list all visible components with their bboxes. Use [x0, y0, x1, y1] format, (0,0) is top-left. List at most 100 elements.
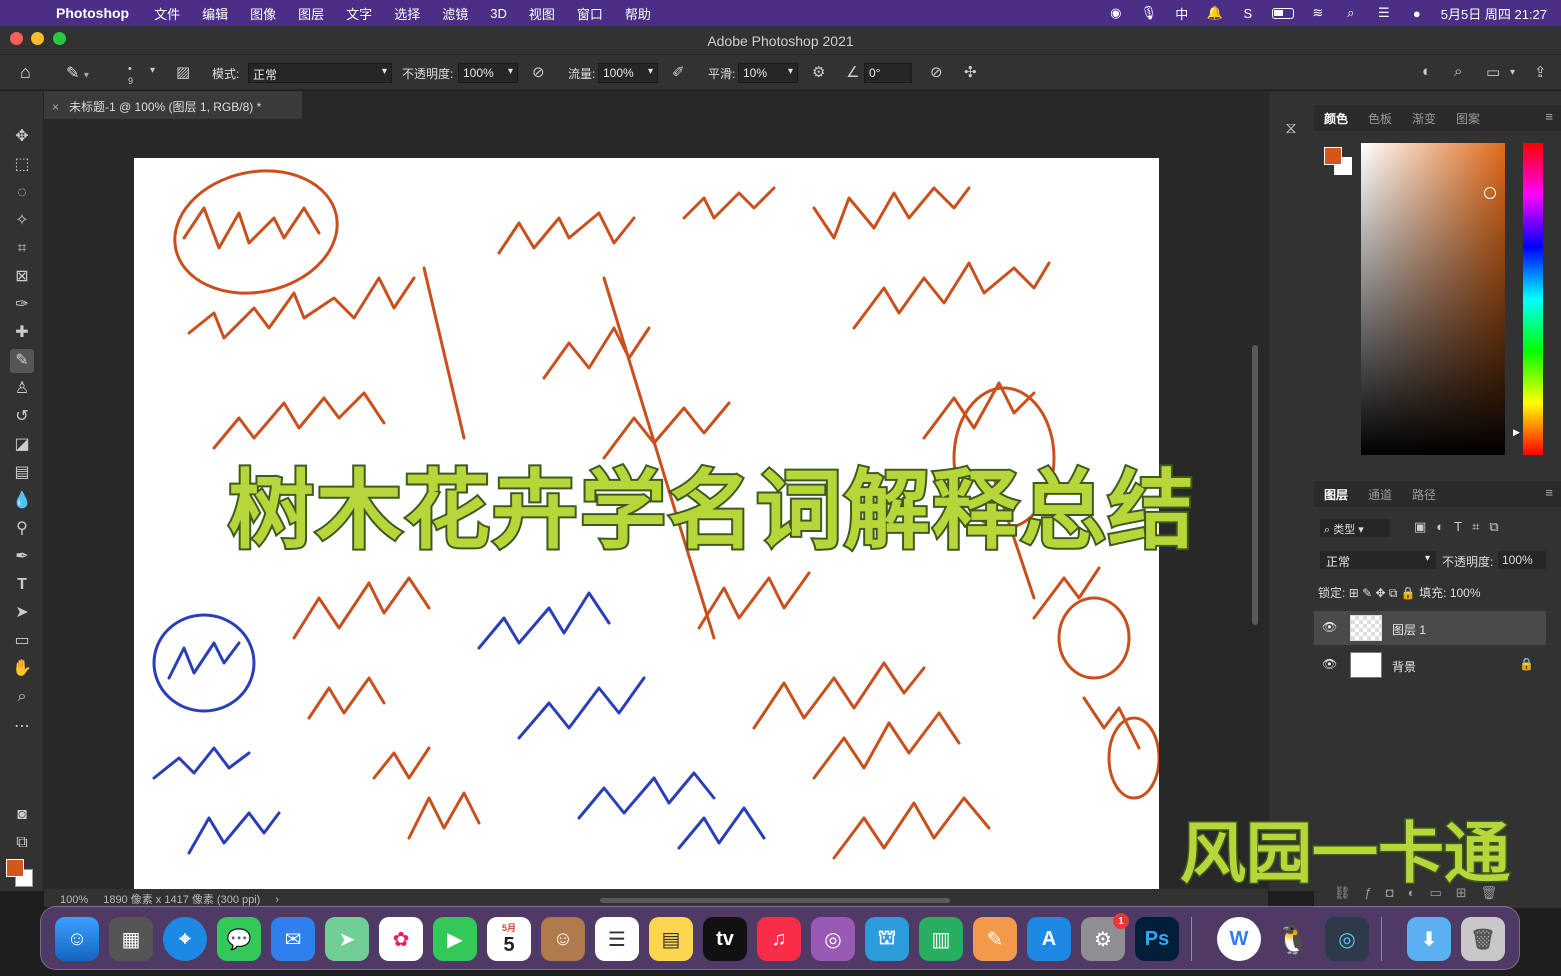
- brush-tool-icon[interactable]: ✎: [10, 349, 34, 373]
- magic-wand-tool-icon[interactable]: ✧: [10, 209, 34, 233]
- avatar-icon[interactable]: ◉: [1107, 5, 1125, 20]
- menu-3d[interactable]: 3D: [490, 6, 507, 21]
- menu-view[interactable]: 视图: [529, 4, 555, 23]
- frame-tool-icon[interactable]: ⊠: [10, 265, 34, 289]
- document-info[interactable]: 1890 像素 x 1417 像素 (300 ppi): [103, 894, 260, 906]
- panel-menu-icon[interactable]: ≡: [1545, 109, 1553, 124]
- notification-icon[interactable]: 🔔: [1206, 5, 1224, 20]
- downloads-folder-icon[interactable]: ⬇: [1407, 917, 1451, 961]
- app-menu[interactable]: Photoshop: [56, 5, 129, 21]
- tab-paths[interactable]: 路径: [1402, 486, 1446, 503]
- gradient-tool-icon[interactable]: ▤: [10, 461, 34, 485]
- menu-help[interactable]: 帮助: [625, 4, 651, 23]
- quick-mask-icon[interactable]: ◙: [10, 803, 34, 827]
- lock-all-icon[interactable]: 🔒: [1401, 586, 1416, 600]
- dodge-tool-icon[interactable]: ⚲: [10, 517, 34, 541]
- zoom-tool-icon[interactable]: ⌕: [10, 685, 34, 709]
- mode-select[interactable]: 正常 ▾: [248, 63, 392, 83]
- blend-mode-select[interactable]: 正常 ▾: [1320, 551, 1436, 569]
- maps-icon[interactable]: ➤: [325, 917, 369, 961]
- launchpad-icon[interactable]: ▦: [109, 917, 153, 961]
- opacity-input[interactable]: 100% ▾: [458, 63, 518, 83]
- eyedropper-tool-icon[interactable]: ✑: [10, 293, 34, 317]
- lasso-tool-icon[interactable]: ◌: [10, 181, 34, 205]
- trash-icon[interactable]: 🗑: [1461, 917, 1505, 961]
- wifi-icon[interactable]: ≋: [1309, 5, 1327, 20]
- horizontal-scrollbar[interactable]: [600, 898, 950, 903]
- eye-icon[interactable]: 👁: [1322, 657, 1337, 671]
- move-tool-icon[interactable]: ✥: [10, 125, 34, 149]
- qq-icon[interactable]: 🐧: [1271, 917, 1315, 961]
- eye-icon[interactable]: 👁: [1322, 620, 1337, 634]
- menu-select[interactable]: 选择: [394, 4, 420, 23]
- crop-tool-icon[interactable]: ⌗: [10, 237, 34, 261]
- chevron-right-icon[interactable]: ›: [275, 894, 279, 906]
- share-icon[interactable]: ⇪: [1534, 63, 1547, 81]
- screen-mode-icon[interactable]: ⧉: [10, 831, 34, 855]
- finder-icon[interactable]: ☺: [55, 917, 99, 961]
- menu-edit[interactable]: 编辑: [202, 4, 228, 23]
- lock-position-icon[interactable]: ✥: [1376, 586, 1386, 600]
- menu-filter[interactable]: 滤镜: [442, 4, 468, 23]
- keynote-icon[interactable]: ⛫: [865, 917, 909, 961]
- symmetry-icon[interactable]: ✣: [964, 63, 977, 81]
- calendar-icon[interactable]: 5月 5: [487, 917, 531, 961]
- eraser-tool-icon[interactable]: ◪: [10, 433, 34, 457]
- pages-icon[interactable]: ✎: [973, 917, 1017, 961]
- blur-tool-icon[interactable]: 💧: [10, 489, 34, 513]
- tab-layers[interactable]: 图层: [1314, 486, 1358, 503]
- lock-pixels-icon[interactable]: ✎: [1362, 586, 1372, 600]
- messages-icon[interactable]: 💬: [217, 917, 261, 961]
- battery-icon[interactable]: [1271, 7, 1294, 19]
- hue-slider[interactable]: [1523, 143, 1543, 455]
- photos-icon[interactable]: ✿: [379, 917, 423, 961]
- menu-layer[interactable]: 图层: [298, 4, 324, 23]
- brush-settings-icon[interactable]: ▨: [176, 63, 190, 81]
- vertical-scrollbar[interactable]: [1252, 345, 1258, 625]
- control-center-icon[interactable]: ☰: [1375, 5, 1393, 20]
- layer-filter-select[interactable]: ⌕ 类型 ▾: [1320, 519, 1390, 537]
- marquee-tool-icon[interactable]: ⬚: [10, 153, 34, 177]
- tab-channels[interactable]: 通道: [1358, 486, 1402, 503]
- zoom-level[interactable]: 100%: [60, 894, 88, 906]
- contacts-icon[interactable]: ☺: [541, 917, 585, 961]
- home-icon[interactable]: ⌂: [20, 62, 31, 83]
- s-icon[interactable]: S: [1239, 6, 1257, 21]
- system-preferences-icon[interactable]: ⚙ 1: [1081, 913, 1129, 961]
- hand-tool-icon[interactable]: ✋: [10, 657, 34, 681]
- rectangle-tool-icon[interactable]: ▭: [10, 629, 34, 653]
- close-tab-icon[interactable]: ×: [52, 100, 59, 114]
- layer-filter-icons[interactable]: ▣◐T⌗⧉: [1414, 519, 1509, 535]
- tab-gradients[interactable]: 渐变: [1402, 110, 1446, 127]
- layer-name[interactable]: 背景: [1392, 658, 1416, 675]
- siri-icon[interactable]: ●: [1408, 6, 1426, 21]
- lock-artboard-icon[interactable]: ⧉: [1389, 586, 1398, 600]
- lock-transparent-icon[interactable]: ⊞: [1349, 586, 1359, 600]
- menu-type[interactable]: 文字: [346, 4, 372, 23]
- layer-name[interactable]: 图层 1: [1392, 621, 1426, 638]
- tab-patterns[interactable]: 图案: [1446, 110, 1490, 127]
- menu-file[interactable]: 文件: [154, 4, 180, 23]
- healing-brush-tool-icon[interactable]: ✚: [10, 321, 34, 345]
- brush-size-picker[interactable]: • 9: [128, 63, 133, 87]
- workspace-icon[interactable]: ▭: [1486, 63, 1500, 81]
- input-method-icon[interactable]: 中: [1173, 6, 1191, 22]
- chevron-down-icon[interactable]: ▾: [1510, 67, 1515, 78]
- search-icon[interactable]: ⌕: [1454, 63, 1462, 80]
- safari-icon[interactable]: ⌖: [163, 917, 207, 961]
- panel-menu-icon[interactable]: ≡: [1545, 485, 1553, 500]
- brush-preset-icon[interactable]: ✎ ▾: [66, 63, 89, 83]
- history-brush-tool-icon[interactable]: ↺: [10, 405, 34, 429]
- podcasts-icon[interactable]: ◎: [811, 917, 855, 961]
- pen-tool-icon[interactable]: ✒: [10, 545, 34, 569]
- smoothing-input[interactable]: 10% ▾: [738, 63, 798, 83]
- search-icon[interactable]: ⌕: [1342, 5, 1360, 20]
- foreground-color-swatch[interactable]: [6, 859, 24, 877]
- mic-icon[interactable]: 🎙: [1140, 5, 1158, 20]
- menu-window[interactable]: 窗口: [577, 4, 603, 23]
- quicktime-icon[interactable]: ◎: [1325, 917, 1369, 961]
- pressure-opacity-icon[interactable]: ⊘: [532, 63, 545, 81]
- apple-tv-icon[interactable]: tv: [703, 917, 747, 961]
- color-picker-handle[interactable]: [1484, 187, 1496, 199]
- angle-input[interactable]: 0°: [864, 63, 912, 83]
